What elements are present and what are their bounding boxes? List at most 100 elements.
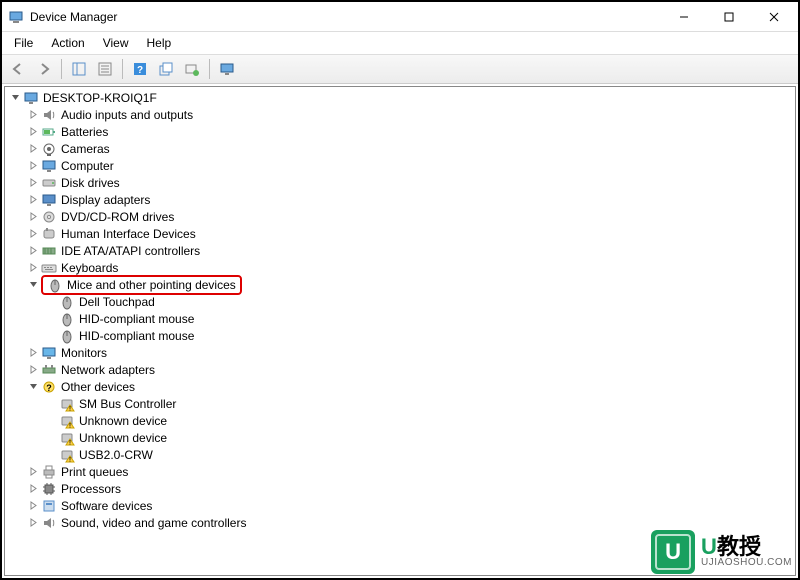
sound-icon (41, 515, 57, 531)
tree-device[interactable]: !Unknown device (5, 412, 795, 429)
category-label: Display adapters (61, 193, 150, 207)
category-label: Audio inputs and outputs (61, 108, 193, 122)
menu-view[interactable]: View (95, 34, 137, 52)
expander-icon[interactable] (27, 262, 39, 274)
back-button[interactable] (6, 57, 30, 81)
expander-icon[interactable] (27, 160, 39, 172)
tree-root[interactable]: DESKTOP-KROIQ1F (5, 89, 795, 106)
tree-device[interactable]: Dell Touchpad (5, 293, 795, 310)
device-tree[interactable]: DESKTOP-KROIQ1F Audio inputs and outputs B… (4, 86, 796, 576)
category-label: IDE ATA/ATAPI controllers (61, 244, 200, 258)
device-label: Dell Touchpad (79, 295, 155, 309)
category-label: Disk drives (61, 176, 120, 190)
menu-help[interactable]: Help (139, 34, 180, 52)
tree-category[interactable]: Sound, video and game controllers (5, 514, 795, 531)
tree-device[interactable]: !Unknown device (5, 429, 795, 446)
expander-icon[interactable] (27, 279, 39, 291)
tree-device[interactable]: !SM Bus Controller (5, 395, 795, 412)
printer-icon (41, 464, 57, 480)
software-icon (41, 498, 57, 514)
menu-action[interactable]: Action (43, 34, 92, 52)
menu-file[interactable]: File (6, 34, 41, 52)
mouse-icon (59, 311, 75, 327)
tree-category[interactable]: Audio inputs and outputs (5, 106, 795, 123)
device-manager-window: Device Manager File Action View Help ? D… (0, 0, 800, 580)
show-hide-tree-button[interactable] (67, 57, 91, 81)
tree-device[interactable]: HID-compliant mouse (5, 327, 795, 344)
disk-icon (41, 175, 57, 191)
toolbar-separator (122, 59, 123, 79)
maximize-button[interactable] (706, 3, 751, 31)
expander-icon[interactable] (27, 500, 39, 512)
tree-category[interactable]: Keyboards (5, 259, 795, 276)
action-button[interactable] (154, 57, 178, 81)
category-label: Other devices (61, 380, 135, 394)
expander-icon[interactable] (27, 347, 39, 359)
network-icon (41, 362, 57, 378)
tree-category[interactable]: DVD/CD-ROM drives (5, 208, 795, 225)
device-label: HID-compliant mouse (79, 329, 194, 343)
forward-button[interactable] (32, 57, 56, 81)
app-icon (8, 9, 24, 25)
mouse-icon (47, 277, 63, 293)
tree-category[interactable]: Computer (5, 157, 795, 174)
devices-button[interactable] (215, 57, 239, 81)
help-button[interactable]: ? (128, 57, 152, 81)
tree-category[interactable]: IDE ATA/ATAPI controllers (5, 242, 795, 259)
expander-icon[interactable] (27, 143, 39, 155)
root-label: DESKTOP-KROIQ1F (43, 91, 157, 105)
scan-button[interactable] (180, 57, 204, 81)
category-label: Print queues (61, 465, 128, 479)
tree-category[interactable]: ? Other devices (5, 378, 795, 395)
tree-category[interactable]: Display adapters (5, 191, 795, 208)
expander-icon[interactable] (27, 483, 39, 495)
category-label: Monitors (61, 346, 107, 360)
expander-icon[interactable] (27, 517, 39, 529)
tree-device[interactable]: HID-compliant mouse (5, 310, 795, 327)
properties-button[interactable] (93, 57, 117, 81)
expander-icon[interactable] (27, 228, 39, 240)
expander-icon[interactable] (27, 245, 39, 257)
computer-icon (41, 158, 57, 174)
keyboard-icon (41, 260, 57, 276)
menubar: File Action View Help (2, 32, 798, 54)
tree-category[interactable]: Network adapters (5, 361, 795, 378)
category-label: Software devices (61, 499, 152, 513)
tree-category[interactable]: Human Interface Devices (5, 225, 795, 242)
expander-icon[interactable] (27, 177, 39, 189)
expander-icon[interactable] (9, 92, 21, 104)
expander-icon[interactable] (27, 194, 39, 206)
svg-text:?: ? (137, 65, 143, 76)
category-label: Cameras (61, 142, 110, 156)
tree-category[interactable]: Processors (5, 480, 795, 497)
category-label: Sound, video and game controllers (61, 516, 246, 530)
tree-category[interactable]: Batteries (5, 123, 795, 140)
tree-category[interactable]: Monitors (5, 344, 795, 361)
tree-category[interactable]: Print queues (5, 463, 795, 480)
tree-category[interactable]: Cameras (5, 140, 795, 157)
svg-text:!: ! (69, 423, 71, 429)
other-icon: ? (41, 379, 57, 395)
category-label: Human Interface Devices (61, 227, 196, 241)
category-label: Mice and other pointing devices (67, 278, 236, 292)
close-button[interactable] (751, 3, 796, 31)
expander-icon[interactable] (27, 466, 39, 478)
watermark-title-prefix: U (701, 534, 717, 559)
expander-icon[interactable] (27, 109, 39, 121)
watermark-badge-icon: U (651, 530, 695, 574)
category-label: Batteries (61, 125, 108, 139)
dvd-icon (41, 209, 57, 225)
svg-text:!: ! (69, 457, 71, 463)
expander-icon[interactable] (27, 126, 39, 138)
svg-text:!: ! (69, 440, 71, 446)
minimize-button[interactable] (661, 3, 706, 31)
audio-icon (41, 107, 57, 123)
mouse-icon (59, 328, 75, 344)
expander-icon[interactable] (27, 211, 39, 223)
tree-category[interactable]: Disk drives (5, 174, 795, 191)
tree-category[interactable]: Software devices (5, 497, 795, 514)
tree-category[interactable]: Mice and other pointing devices (5, 276, 795, 293)
expander-icon[interactable] (27, 364, 39, 376)
expander-icon[interactable] (27, 381, 39, 393)
tree-device[interactable]: !USB2.0-CRW (5, 446, 795, 463)
